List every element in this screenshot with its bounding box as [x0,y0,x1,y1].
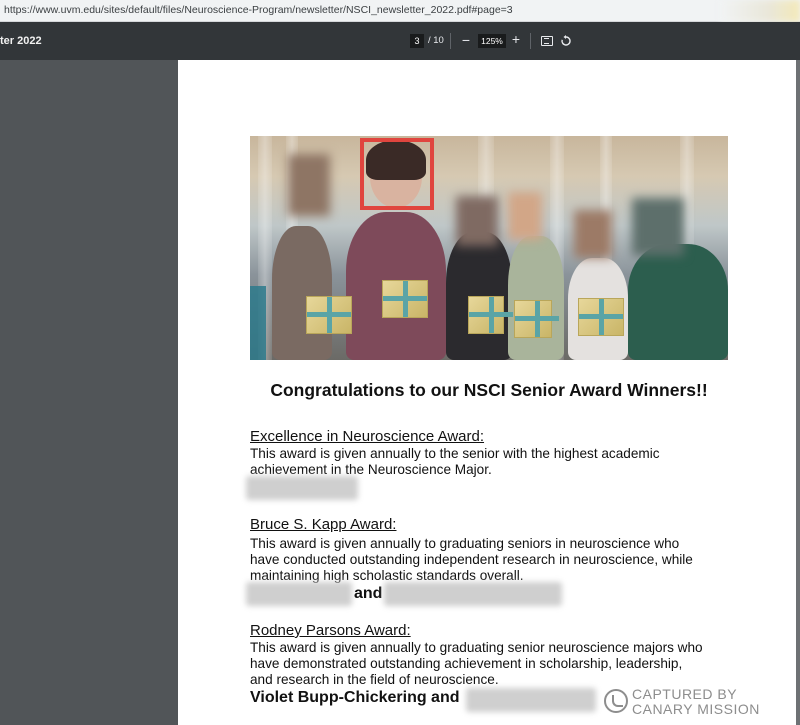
award-winner-names: Violet Bupp-Chickering and [250,689,460,706]
redacted-name [384,582,562,606]
document-title: ter 2022 [0,35,42,47]
award-description-line: have demonstrated outstanding achievemen… [250,656,683,671]
watermark-line: CAPTURED BY [632,686,738,702]
name-conjunction: and [354,585,383,602]
toolbar-divider [530,33,531,49]
award-description-line: have conducted outstanding independent r… [250,552,693,567]
award-description-line: This award is given annually to the seni… [250,446,660,461]
rotate-icon[interactable] [560,35,572,47]
redacted-name [466,688,596,712]
zoom-in-button[interactable]: + [510,31,522,47]
pdf-viewer[interactable]: Congratulations to our NSCI Senior Award… [0,60,800,725]
award-description-line: This award is given annually to graduati… [250,640,703,655]
page-number-input[interactable]: 3 [410,34,424,48]
award-description-line: and research in the field of neuroscienc… [250,672,499,687]
redacted-corner [720,0,800,22]
award-title: Bruce S. Kapp Award: [250,516,397,533]
scrollbar[interactable] [796,60,800,725]
watermark: CAPTURED BY CANARY MISSION [604,686,794,718]
fit-page-icon[interactable] [541,36,553,46]
award-title: Excellence in Neuroscience Award: [250,428,485,445]
zoom-level-input[interactable]: 125% [478,34,506,48]
redacted-name [246,476,358,500]
page-total: / 10 [428,35,444,46]
award-winners-photo [250,136,728,360]
toolbar-divider [450,33,451,49]
zoom-out-button[interactable]: − [460,32,472,48]
address-bar[interactable]: https://www.uvm.edu/sites/default/files/… [0,0,800,22]
url-text[interactable]: https://www.uvm.edu/sites/default/files/… [4,4,513,16]
pdf-toolbar: ter 2022 3 / 10 − 125% + [0,22,800,60]
award-title: Rodney Parsons Award: [250,622,411,639]
redacted-name [246,582,352,606]
page-headline: Congratulations to our NSCI Senior Award… [270,380,708,400]
award-description-line: This award is given annually to graduati… [250,536,680,551]
thumbnail-sidebar[interactable] [0,60,178,725]
canary-mission-logo-icon [604,689,628,713]
watermark-line: CANARY MISSION [632,701,760,717]
highlight-box [360,138,434,210]
pdf-page: Congratulations to our NSCI Senior Award… [178,60,796,725]
